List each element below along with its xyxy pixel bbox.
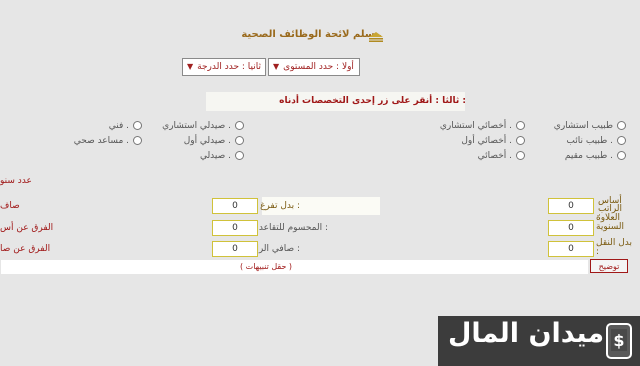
option-label: طبيب مقيم . <box>564 151 613 161</box>
option-technician[interactable]: فني . <box>109 121 142 131</box>
level-select[interactable]: ▼ أولا : حدد المستوى <box>268 58 360 76</box>
pension-deduction-label: المحسوم للتقاعد : <box>258 223 328 233</box>
option-deputy-doctor[interactable]: طبيب نائب . <box>566 136 626 146</box>
svg-text:$: $ <box>613 331 624 350</box>
chevron-down-icon: ▼ <box>187 62 194 71</box>
dedication-allowance-label: بدل تفرغ : <box>260 201 300 211</box>
dollar-phone-icon: $ <box>606 323 632 359</box>
basic-salary-input[interactable]: 0 <box>548 198 594 214</box>
option-label: أخصائي أول . <box>461 136 512 146</box>
pyramid-icon <box>369 32 383 42</box>
option-label: مساعد صحي . <box>73 136 129 146</box>
years-label: عدد سنو <box>0 176 32 186</box>
option-senior-pharmacist[interactable]: صيدلي أول . <box>184 136 244 146</box>
option-label: أخصائي استشاري . <box>439 121 512 131</box>
page-title: سلم لائحة الوظائف الصحية . <box>241 29 382 40</box>
radio-icon[interactable] <box>617 121 626 130</box>
annual-increment-label: العلاوة السنوية <box>596 213 624 232</box>
option-consultant-pharmacist[interactable]: صيدلي استشاري . <box>162 121 244 131</box>
radio-icon[interactable] <box>235 151 244 160</box>
option-label: أخصائي . <box>477 151 512 161</box>
radio-icon[interactable] <box>235 136 244 145</box>
grade-select[interactable]: ▼ ثانيا : حدد الدرجة <box>182 58 266 76</box>
option-label: صيدلي أول . <box>183 136 231 146</box>
watermark-text: ميدان المال <box>448 318 605 349</box>
option-label: صيدلي استشاري . <box>162 121 231 131</box>
pension-deduction-input[interactable]: 0 <box>212 220 258 236</box>
net-salary-input[interactable]: 0 <box>212 241 258 257</box>
option-senior-specialist[interactable]: أخصائي أول . <box>461 136 525 146</box>
net-left-label: صاف <box>0 201 20 211</box>
radio-icon[interactable] <box>133 136 142 145</box>
option-label: طبيب نائب . <box>566 136 613 146</box>
remarks-field <box>0 259 589 275</box>
radio-icon[interactable] <box>516 136 525 145</box>
radio-icon[interactable] <box>235 121 244 130</box>
option-specialist[interactable]: أخصائي . <box>478 151 525 161</box>
remarks-text: ( حقل تنبيهات ) <box>240 262 293 271</box>
option-pharmacist[interactable]: صيدلي . <box>200 151 244 161</box>
radio-icon[interactable] <box>617 136 626 145</box>
transport-allowance-label: بدل النقل : <box>596 238 632 257</box>
explain-button[interactable]: توضيح <box>590 259 628 273</box>
radio-icon[interactable] <box>617 151 626 160</box>
section3-label: ثالثا : أنقر على زر إحدى التخصصات أدناه … <box>279 96 466 106</box>
option-label: طبيب استشاري <box>553 121 613 131</box>
diff-basic-label: الفرق عن أس <box>0 223 54 233</box>
option-label: صيدلي . <box>199 151 231 161</box>
option-label: فني . <box>108 121 129 131</box>
grade-select-value: ثانيا : حدد الدرجة <box>197 62 261 72</box>
transport-allowance-input[interactable]: 0 <box>548 241 594 257</box>
chevron-down-icon: ▼ <box>273 62 280 71</box>
annual-increment-input[interactable]: 0 <box>548 220 594 236</box>
option-consultant-doctor[interactable]: طبيب استشاري <box>554 121 626 131</box>
option-resident-doctor[interactable]: طبيب مقيم . <box>565 151 626 161</box>
radio-icon[interactable] <box>516 121 525 130</box>
option-health-assistant[interactable]: مساعد صحي . <box>74 136 142 146</box>
diff-net-label: الفرق عن صا <box>0 244 51 254</box>
radio-icon[interactable] <box>133 121 142 130</box>
radio-icon[interactable] <box>516 151 525 160</box>
level-select-value: أولا : حدد المستوى <box>283 62 354 72</box>
option-consultant-specialist[interactable]: أخصائي استشاري . <box>440 121 525 131</box>
dedication-allowance-input[interactable]: 0 <box>212 198 258 214</box>
